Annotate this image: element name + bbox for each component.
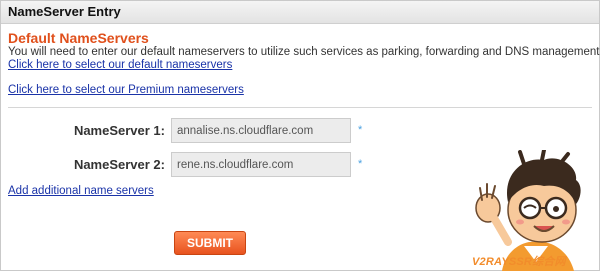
nameserver-1-input[interactable]: [171, 118, 351, 143]
nameserver-1-label: NameServer 1:: [73, 123, 165, 138]
watermark-text: V2RAYSSR综合网: [472, 256, 566, 268]
section-title: Default NameServers: [8, 30, 149, 46]
required-asterisk: *: [358, 124, 363, 136]
add-nameservers-link[interactable]: Add additional name servers: [8, 185, 154, 197]
select-premium-nameservers-link[interactable]: Click here to select our Premium nameser…: [8, 84, 244, 96]
select-default-nameservers-link[interactable]: Click here to select our default nameser…: [8, 59, 232, 71]
required-asterisk: *: [358, 158, 363, 170]
nameserver-2-label: NameServer 2:: [73, 157, 165, 172]
nameserver-row-1: NameServer 1: *: [1, 118, 600, 144]
nameserver-2-input[interactable]: [171, 152, 351, 177]
divider: [8, 107, 592, 108]
panel-header: NameServer Entry: [1, 1, 599, 24]
submit-button[interactable]: SUBMIT: [174, 231, 246, 255]
section-description: You will need to enter our default names…: [8, 46, 600, 58]
